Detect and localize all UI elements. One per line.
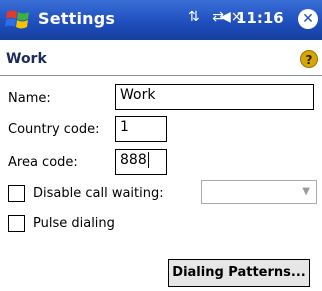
clock[interactable]: 11:16 [236, 9, 284, 27]
country-code-value: 1 [120, 119, 129, 135]
page-header: Work ? [0, 40, 322, 76]
dialing-patterns-button[interactable]: Dialing Patterns... [168, 259, 310, 287]
name-value: Work [120, 87, 156, 103]
name-field[interactable]: Work [115, 84, 314, 110]
disable-call-waiting-label: Disable call waiting: [33, 186, 164, 201]
signal-icon[interactable]: ⇅ [188, 9, 200, 25]
area-code-value: 888 [120, 152, 147, 168]
disable-call-waiting-dropdown[interactable]: ▼ [201, 180, 317, 204]
app-title: Settings [38, 9, 116, 28]
page-title: Work [6, 51, 47, 67]
area-code-label: Area code: [8, 155, 78, 170]
country-code-label: Country code: [8, 122, 100, 137]
help-icon[interactable]: ? [300, 50, 318, 68]
start-icon[interactable] [4, 6, 32, 34]
close-icon[interactable]: ✕ [298, 9, 318, 29]
pulse-dialing-checkbox[interactable] [8, 215, 25, 232]
chevron-down-icon: ▼ [302, 186, 310, 197]
area-code-field[interactable]: 888 [115, 149, 167, 175]
name-label: Name: [8, 91, 51, 106]
disable-call-waiting-checkbox[interactable] [8, 185, 25, 202]
text-caret [147, 152, 149, 168]
title-bar: Settings ⇅ ⇄ ◀× 11:16 ✕ [0, 0, 322, 40]
pulse-dialing-label: Pulse dialing [33, 216, 115, 231]
country-code-field[interactable]: 1 [115, 116, 167, 142]
